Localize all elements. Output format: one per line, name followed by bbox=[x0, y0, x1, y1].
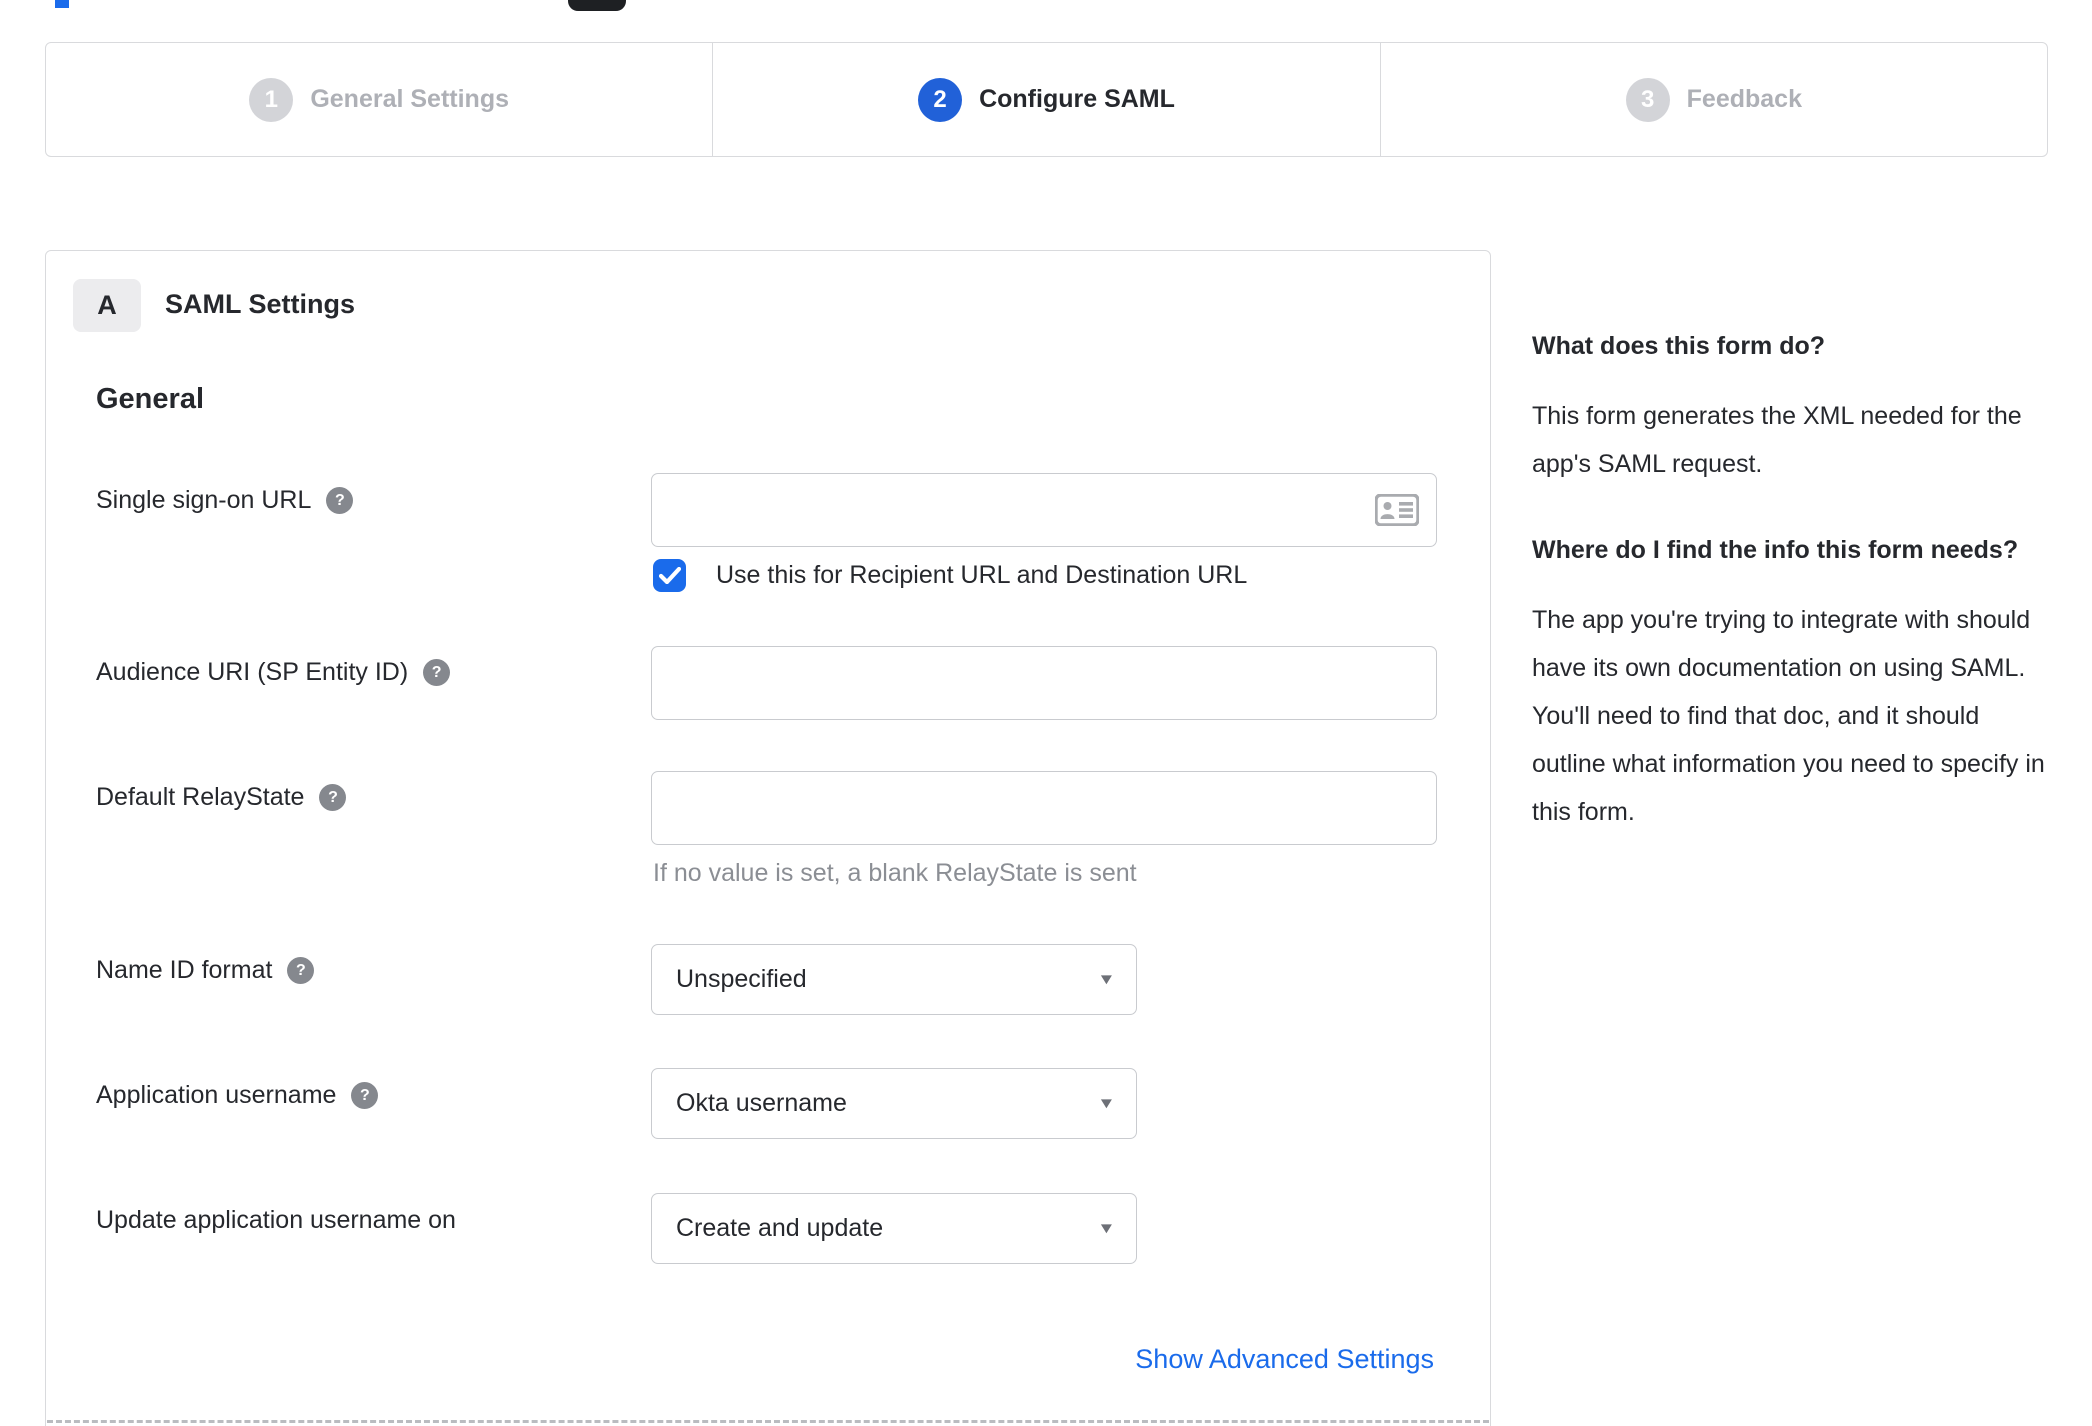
section-dashed-divider bbox=[47, 1420, 1489, 1423]
step-1-label: General Settings bbox=[310, 85, 509, 113]
step-1-number-badge: 1 bbox=[249, 77, 294, 122]
chevron-down-icon: ▼ bbox=[1097, 1095, 1116, 1112]
update-username-label-row: Update application username on bbox=[96, 1206, 456, 1235]
default-relaystate-input[interactable] bbox=[651, 771, 1437, 845]
help-body-2: The app you're trying to integrate with … bbox=[1532, 606, 2045, 826]
name-id-format-select[interactable]: Unspecified ▼ bbox=[651, 944, 1137, 1015]
application-username-label: Application username bbox=[96, 1081, 337, 1109]
saml-settings-card: A SAML Settings General Single sign-on U… bbox=[45, 250, 1491, 1426]
chevron-down-icon: ▼ bbox=[1097, 971, 1116, 988]
help-body-1: This form generates the XML needed for t… bbox=[1532, 402, 2022, 478]
default-relaystate-label: Default RelayState bbox=[96, 783, 305, 811]
sso-url-input[interactable] bbox=[651, 473, 1437, 547]
configure-saml-page: 1 General Settings 2 Configure SAML 3 Fe… bbox=[0, 0, 2092, 1426]
clipped-header-element bbox=[568, 0, 626, 11]
sso-url-label-row: Single sign-on URL ? bbox=[96, 486, 354, 515]
step-3-label: Feedback bbox=[1686, 85, 1802, 113]
application-username-label-row: Application username ? bbox=[96, 1081, 379, 1110]
show-advanced-settings-link[interactable]: Show Advanced Settings bbox=[1135, 1344, 1434, 1375]
step-2-number-badge: 2 bbox=[918, 77, 963, 122]
audience-uri-label: Audience URI (SP Entity ID) bbox=[96, 658, 409, 686]
step-general-settings[interactable]: 1 General Settings bbox=[46, 43, 712, 156]
application-username-select[interactable]: Okta username ▼ bbox=[651, 1068, 1137, 1139]
step-configure-saml[interactable]: 2 Configure SAML bbox=[712, 43, 1379, 156]
application-username-value: Okta username bbox=[676, 1089, 847, 1117]
audience-uri-label-row: Audience URI (SP Entity ID) ? bbox=[96, 658, 451, 687]
step-3-number-badge: 3 bbox=[1625, 77, 1670, 122]
step-feedback[interactable]: 3 Feedback bbox=[1379, 43, 2047, 156]
step-2-label: Configure SAML bbox=[979, 85, 1175, 113]
wizard-stepper: 1 General Settings 2 Configure SAML 3 Fe… bbox=[45, 42, 2048, 157]
name-id-format-value: Unspecified bbox=[676, 965, 807, 993]
name-id-format-help-icon[interactable]: ? bbox=[287, 957, 315, 984]
chevron-down-icon: ▼ bbox=[1097, 1220, 1116, 1237]
section-a-badge: A bbox=[73, 279, 141, 332]
help-heading-2: Where do I find the info this form needs… bbox=[1532, 536, 2019, 564]
update-username-label: Update application username on bbox=[96, 1206, 456, 1234]
sso-url-input-wrap bbox=[651, 473, 1437, 547]
application-username-help-icon[interactable]: ? bbox=[351, 1082, 379, 1109]
use-recipient-url-checkbox[interactable] bbox=[653, 559, 686, 592]
clipped-header-accent bbox=[55, 0, 69, 8]
general-group-title: General bbox=[96, 383, 204, 415]
help-heading-1: What does this form do? bbox=[1532, 332, 1826, 360]
update-username-select[interactable]: Create and update ▼ bbox=[651, 1193, 1137, 1264]
update-username-value: Create and update bbox=[676, 1214, 884, 1242]
checkmark-icon bbox=[658, 567, 681, 584]
name-id-format-label: Name ID format bbox=[96, 956, 273, 984]
audience-uri-input[interactable] bbox=[651, 646, 1437, 720]
section-title: SAML Settings bbox=[165, 289, 356, 319]
recipient-url-checkbox-label: Use this for Recipient URL and Destinati… bbox=[716, 561, 1248, 589]
recipient-url-check-row: Use this for Recipient URL and Destinati… bbox=[653, 559, 1247, 592]
default-relaystate-label-row: Default RelayState ? bbox=[96, 783, 347, 812]
name-id-format-label-row: Name ID format ? bbox=[96, 956, 315, 985]
default-relaystate-hint: If no value is set, a blank RelayState i… bbox=[653, 859, 1137, 887]
default-relaystate-help-icon[interactable]: ? bbox=[319, 784, 347, 811]
help-sidebar: What does this form do? This form genera… bbox=[1532, 326, 2054, 878]
audience-uri-help-icon[interactable]: ? bbox=[423, 659, 451, 686]
sso-url-help-icon[interactable]: ? bbox=[326, 487, 354, 514]
sso-url-label: Single sign-on URL bbox=[96, 486, 312, 514]
